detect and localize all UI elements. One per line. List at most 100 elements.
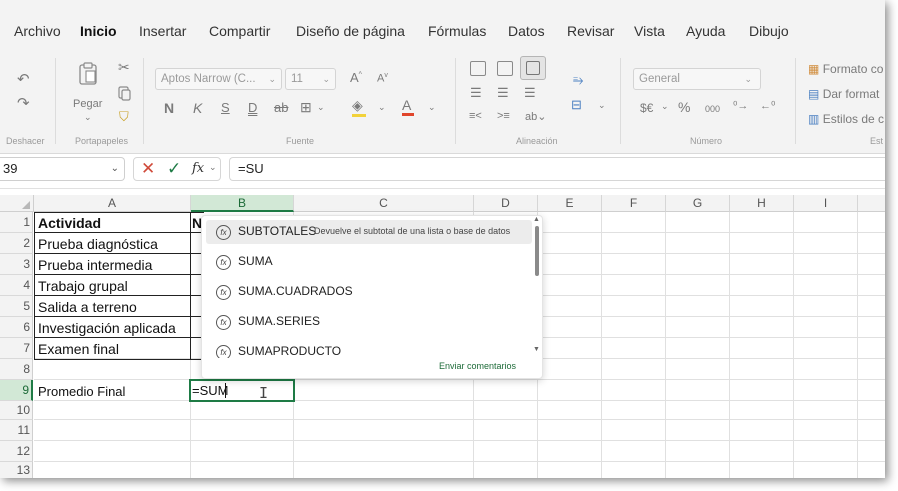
format-painter-icon[interactable]: ⛉ bbox=[119, 109, 129, 125]
cell-a5[interactable]: Salida a terreno bbox=[38, 297, 137, 318]
borders-icon[interactable]: ⊞ bbox=[300, 99, 312, 116]
cell-b9-editor[interactable]: =SUM bbox=[192, 382, 228, 400]
decrease-decimal-icon[interactable]: ←⁰ bbox=[760, 99, 775, 112]
align-left-icon[interactable]: ☰ bbox=[470, 85, 482, 101]
row-header-4[interactable]: 4 bbox=[0, 275, 33, 296]
autocomplete-item-subtotales[interactable]: fx SUBTOTALES Devuelve el subtotal de un… bbox=[206, 220, 532, 244]
autocomplete-item-suma[interactable]: fx SUMA bbox=[206, 250, 532, 274]
undo-icon[interactable]: ↶ bbox=[17, 70, 30, 88]
decrease-font-icon[interactable]: Av bbox=[377, 72, 388, 85]
autocomplete-item-suma-cuadrados[interactable]: fx SUMA.CUADRADOS bbox=[206, 280, 532, 304]
formula-input[interactable]: =SU bbox=[229, 157, 885, 181]
send-feedback-link[interactable]: Enviar comentarios bbox=[439, 361, 516, 371]
scroll-down-icon[interactable]: ▼ bbox=[533, 346, 540, 353]
italic-button[interactable]: K bbox=[193, 100, 202, 116]
font-name-dropdown[interactable]: Aptos Narrow (C... ⌄ bbox=[155, 68, 282, 90]
align-top-icon[interactable] bbox=[470, 61, 486, 76]
function-icon[interactable]: fx bbox=[192, 161, 204, 176]
currency-format-button[interactable]: $€ bbox=[640, 101, 653, 115]
menu-revisar[interactable]: Revisar bbox=[567, 23, 614, 39]
underline-button[interactable]: S bbox=[221, 100, 230, 115]
row-header-6[interactable]: 6 bbox=[0, 317, 33, 338]
row-header-8[interactable]: 8 bbox=[0, 359, 33, 380]
increase-indent-icon[interactable]: >≡ bbox=[497, 110, 510, 122]
column-header-d[interactable]: D bbox=[474, 195, 538, 212]
enter-icon[interactable]: ✓ bbox=[167, 159, 181, 179]
increase-font-icon[interactable]: A^ bbox=[350, 70, 362, 85]
column-header-j[interactable] bbox=[858, 195, 885, 212]
paste-label[interactable]: Pegar bbox=[73, 98, 102, 110]
cancel-icon[interactable]: ✕ bbox=[141, 159, 155, 179]
align-bottom-button[interactable] bbox=[520, 56, 546, 80]
number-format-dropdown[interactable]: General ⌄ bbox=[633, 68, 761, 90]
autocomplete-item-sumaproducto[interactable]: fx SUMAPRODUCTO bbox=[206, 340, 532, 358]
menu-diseno-pagina[interactable]: Diseño de página bbox=[296, 23, 405, 39]
row-header-12[interactable]: 12 bbox=[0, 441, 33, 462]
menu-datos[interactable]: Datos bbox=[508, 23, 545, 39]
chevron-down-icon[interactable]: ⌄ bbox=[598, 100, 606, 111]
align-right-icon[interactable]: ☰ bbox=[524, 85, 536, 101]
column-header-a[interactable]: A bbox=[34, 195, 191, 212]
cell-a2[interactable]: Prueba diagnóstica bbox=[38, 234, 158, 255]
increase-decimal-icon[interactable]: ⁰→ bbox=[733, 99, 748, 112]
name-box[interactable]: 39 ⌄ bbox=[0, 157, 125, 181]
row-header-13[interactable]: 13 bbox=[0, 462, 33, 478]
paste-icon[interactable] bbox=[78, 62, 98, 91]
column-header-g[interactable]: G bbox=[666, 195, 730, 212]
row-header-9[interactable]: 9 bbox=[0, 380, 33, 401]
row-header-3[interactable]: 3 bbox=[0, 254, 33, 275]
menu-vista[interactable]: Vista bbox=[634, 23, 665, 39]
redo-icon[interactable]: ↷ bbox=[17, 94, 30, 112]
align-center-icon[interactable]: ☰ bbox=[497, 85, 509, 101]
cell-a1[interactable]: Actividad bbox=[38, 213, 101, 234]
menu-archivo[interactable]: Archivo bbox=[14, 23, 61, 39]
double-underline-button[interactable]: D bbox=[248, 100, 257, 115]
menu-formulas[interactable]: Fórmulas bbox=[428, 23, 486, 39]
select-all-corner[interactable] bbox=[0, 195, 34, 212]
cell-styles-button[interactable]: ▥ Estilos de c bbox=[808, 112, 884, 126]
chevron-down-icon[interactable]: ⌄ bbox=[378, 102, 386, 113]
wrap-text-icon[interactable]: ⥱ bbox=[573, 72, 583, 88]
column-header-c[interactable]: C bbox=[294, 195, 474, 212]
scroll-up-icon[interactable]: ▲ bbox=[533, 216, 540, 223]
row-header-7[interactable]: 7 bbox=[0, 338, 33, 359]
menu-compartir[interactable]: Compartir bbox=[209, 23, 270, 39]
row-header-10[interactable]: 10 bbox=[0, 401, 33, 420]
popup-scrollbar-thumb[interactable] bbox=[535, 226, 539, 276]
chevron-down-icon[interactable]: ⌄ bbox=[209, 162, 217, 173]
chevron-down-icon[interactable]: ⌄ bbox=[661, 101, 669, 112]
conditional-format-button[interactable]: ▦ Formato co bbox=[808, 62, 883, 76]
column-header-h[interactable]: H bbox=[730, 195, 794, 212]
chevron-down-icon[interactable]: ⌄ bbox=[84, 112, 92, 123]
orientation-icon[interactable]: ab⌄ bbox=[525, 110, 546, 123]
row-header-11[interactable]: 11 bbox=[0, 420, 33, 441]
bold-button[interactable]: N bbox=[164, 100, 174, 116]
menu-insertar[interactable]: Insertar bbox=[139, 23, 186, 39]
menu-dibujo[interactable]: Dibujo bbox=[749, 23, 789, 39]
percent-format-button[interactable]: % bbox=[678, 99, 690, 115]
cell-a6[interactable]: Investigación aplicada bbox=[38, 318, 176, 339]
fill-color-icon[interactable]: ◈ bbox=[352, 97, 366, 117]
active-cell-b9[interactable]: =SUM bbox=[189, 379, 295, 402]
column-header-e[interactable]: E bbox=[538, 195, 602, 212]
row-header-5[interactable]: 5 bbox=[0, 296, 33, 317]
copy-icon[interactable] bbox=[118, 86, 131, 106]
format-as-table-button[interactable]: ▤ Dar format bbox=[808, 87, 879, 101]
decrease-indent-icon[interactable]: ≡< bbox=[469, 110, 482, 122]
column-header-f[interactable]: F bbox=[602, 195, 666, 212]
font-size-dropdown[interactable]: 11 ⌄ bbox=[285, 68, 336, 90]
row-header-1[interactable]: 1 bbox=[0, 212, 33, 233]
chevron-down-icon[interactable]: ⌄ bbox=[317, 102, 325, 113]
cell-a9[interactable]: Promedio Final bbox=[38, 381, 125, 402]
cell-a4[interactable]: Trabajo grupal bbox=[38, 276, 128, 297]
align-middle-icon[interactable] bbox=[497, 61, 513, 76]
menu-inicio[interactable]: Inicio bbox=[80, 23, 117, 39]
cell-a3[interactable]: Prueba intermedia bbox=[38, 255, 152, 276]
menu-ayuda[interactable]: Ayuda bbox=[686, 23, 725, 39]
thousands-format-button[interactable]: 000 bbox=[705, 104, 720, 114]
strikethrough-icon[interactable]: ab bbox=[274, 100, 288, 115]
cell-a7[interactable]: Examen final bbox=[38, 339, 119, 360]
chevron-down-icon[interactable]: ⌄ bbox=[428, 102, 436, 113]
column-header-i[interactable]: I bbox=[794, 195, 858, 212]
column-header-b[interactable]: B bbox=[191, 195, 294, 212]
